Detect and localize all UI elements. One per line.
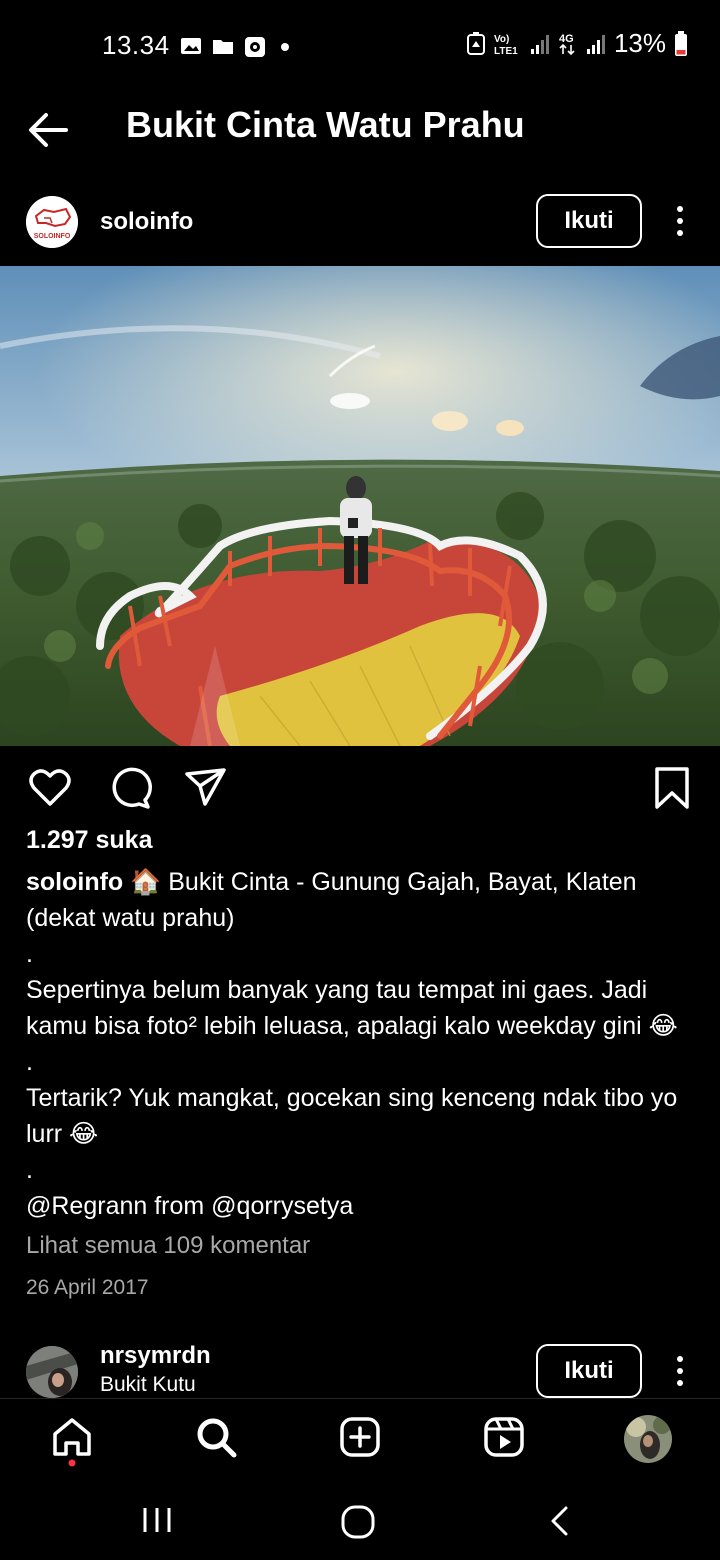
record-notification-icon: [245, 37, 265, 57]
battery-percentage: 13%: [613, 28, 666, 58]
data-saver-icon: [466, 31, 485, 55]
heart-shaped-deck-photo: [0, 266, 720, 746]
back-chevron-icon[interactable]: [546, 1504, 574, 1538]
create-icon[interactable]: [338, 1415, 382, 1459]
post-date: 26 April 2017: [26, 1276, 149, 1299]
more-options-icon[interactable]: [670, 201, 690, 241]
page-title: Bukit Cinta Watu Prahu: [126, 104, 525, 145]
heart-icon[interactable]: [26, 764, 74, 812]
folder-notification-icon: [213, 40, 233, 54]
caption-username[interactable]: soloinfo: [26, 868, 123, 896]
recents-icon[interactable]: [140, 1504, 174, 1536]
profile-avatar[interactable]: [624, 1415, 672, 1463]
more-notifications-dot-icon: [281, 43, 289, 51]
caption-line-4[interactable]: @Regrann from @qorrysetya: [26, 1188, 706, 1224]
post-author-username[interactable]: soloinfo: [100, 208, 193, 236]
caption-dot-1: .: [26, 940, 33, 968]
battery-icon: [675, 30, 687, 56]
volte-icon: Vo) LTE1: [494, 34, 518, 57]
system-navigation-bar: [0, 1482, 720, 1560]
signal-1-icon: [530, 34, 549, 54]
signal-2-icon: [586, 34, 605, 54]
reels-icon[interactable]: [482, 1415, 526, 1459]
svg-text:LTE1: LTE1: [494, 46, 518, 57]
share-icon[interactable]: [182, 764, 230, 812]
bookmark-icon[interactable]: [648, 764, 696, 812]
svg-text:4G: 4G: [559, 33, 574, 45]
caption-line-2: Sepertinya belum banyak yang tau tempat …: [26, 976, 678, 1040]
soloinfo-logo: SOLOINFO: [26, 196, 78, 248]
follow-button[interactable]: Ikuti: [536, 194, 642, 248]
post2-author-avatar[interactable]: [26, 1346, 78, 1398]
post-author-avatar[interactable]: SOLOINFO: [26, 196, 78, 248]
post2-author-username[interactable]: nrsymrdn: [100, 1342, 211, 1370]
svg-text:Vo): Vo): [494, 34, 509, 45]
back-arrow-icon[interactable]: [22, 102, 78, 158]
post2-follow-button[interactable]: Ikuti: [536, 1344, 642, 1398]
view-all-comments-link[interactable]: Lihat semua 109 komentar: [26, 1232, 310, 1260]
status-bar: 13.34 Vo) LTE1 4G 13%: [0, 0, 720, 92]
post-photo[interactable]: [0, 266, 720, 746]
bottom-navigation: [0, 1398, 720, 1483]
search-icon[interactable]: [194, 1415, 238, 1459]
caption-line-3: Tertarik? Yuk mangkat, gocekan sing kenc…: [26, 1084, 678, 1148]
gallery-notification-icon: [181, 38, 201, 54]
post2-avatar-photo: [26, 1346, 78, 1398]
house-emoji: 🏠: [130, 868, 162, 896]
home-circle-icon[interactable]: [340, 1504, 376, 1540]
comment-icon[interactable]: [104, 764, 152, 812]
svg-text:SOLOINFO: SOLOINFO: [34, 233, 71, 240]
status-right-group: Vo) LTE1 4G 13%: [466, 28, 688, 59]
post2-location[interactable]: Bukit Kutu: [100, 1373, 196, 1397]
header: Bukit Cinta Watu Prahu: [0, 92, 720, 164]
likes-count[interactable]: 1.297 suka: [26, 826, 153, 855]
status-time: 13.34: [102, 30, 170, 60]
caption-dot-3: .: [26, 1156, 33, 1184]
profile-avatar-photo: [624, 1415, 672, 1463]
home-icon[interactable]: [50, 1415, 94, 1459]
home-notification-dot: [68, 1459, 76, 1467]
post-caption: soloinfo 🏠 Bukit Cinta - Gunung Gajah, B…: [26, 864, 706, 1224]
caption-dot-2: .: [26, 1048, 33, 1076]
post2-more-options-icon[interactable]: [670, 1351, 690, 1391]
network-type-icon: 4G: [559, 33, 575, 55]
